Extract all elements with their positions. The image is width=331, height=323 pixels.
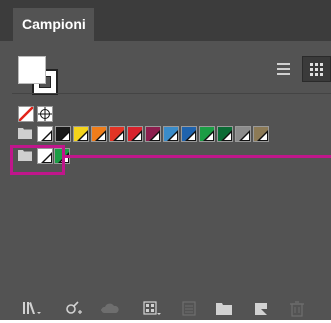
trash-icon — [290, 301, 304, 317]
folder-icon — [18, 128, 32, 139]
swatch-cell[interactable] — [127, 126, 143, 142]
swatch-grid-icon — [143, 301, 161, 315]
swatches-panel: Campioni — [0, 0, 331, 320]
new-color-group-button[interactable] — [213, 298, 235, 318]
place-swatch-button[interactable] — [62, 298, 84, 318]
cloud-icon — [101, 303, 119, 313]
thumbnail-view-button[interactable] — [302, 56, 331, 82]
global-swatch-marker-icon — [239, 130, 250, 141]
library-icon — [23, 302, 41, 314]
global-swatch-marker-icon — [95, 130, 106, 141]
global-swatch-marker-icon — [257, 130, 268, 141]
swatch-options-button[interactable] — [178, 298, 200, 318]
none-swatch[interactable] — [18, 106, 34, 122]
global-swatch-marker-icon — [41, 130, 52, 141]
swatch-cell[interactable] — [235, 126, 251, 142]
global-swatch-marker-icon — [221, 130, 232, 141]
global-swatch-marker-icon — [77, 130, 88, 141]
swatch-cell[interactable] — [199, 126, 215, 142]
fill-stroke-indicator[interactable] — [18, 56, 60, 96]
callout-line — [65, 155, 331, 158]
swatch-cell[interactable] — [73, 126, 89, 142]
registration-icon — [38, 107, 52, 121]
delete-swatch-button[interactable] — [286, 298, 308, 318]
global-swatch-marker-icon — [203, 130, 214, 141]
global-swatch-marker-icon — [59, 130, 70, 141]
swatch-cell[interactable] — [109, 126, 125, 142]
panel-divider — [12, 93, 331, 94]
swatch-cell[interactable] — [145, 126, 161, 142]
new-swatch-button[interactable] — [250, 298, 272, 318]
global-swatch-marker-icon — [185, 130, 196, 141]
global-swatch-marker-icon — [167, 130, 178, 141]
swatch-kind-menu-button[interactable] — [140, 298, 162, 318]
tab-campioni[interactable]: Campioni — [13, 8, 94, 41]
swatch-cell[interactable] — [91, 126, 107, 142]
global-swatch-marker-icon — [131, 130, 142, 141]
registration-swatch[interactable] — [37, 106, 53, 122]
none-swatch-icon — [18, 106, 34, 122]
swatch-libraries-menu-button[interactable] — [20, 298, 42, 318]
bottom-toolbar — [0, 296, 331, 320]
options-icon — [182, 301, 196, 316]
grid-icon — [310, 63, 323, 76]
cloud-library-button[interactable] — [100, 298, 122, 318]
fill-swatch[interactable] — [18, 56, 46, 84]
swatch-cell[interactable] — [217, 126, 233, 142]
global-swatch-marker-icon — [113, 130, 124, 141]
swatch-cell[interactable] — [163, 126, 179, 142]
new-swatch-icon — [255, 303, 267, 315]
folder-icon — [216, 303, 232, 315]
list-icon — [277, 63, 290, 75]
global-swatch-marker-icon — [149, 130, 160, 141]
swatch-cell[interactable] — [253, 126, 269, 142]
panel-tab-bar: Campioni — [0, 0, 331, 41]
swatch-cell[interactable] — [55, 126, 71, 142]
eyedropper-plus-icon — [66, 301, 82, 314]
swatch-cell[interactable] — [181, 126, 197, 142]
selection-highlight — [10, 145, 65, 175]
swatch-cell[interactable] — [37, 126, 53, 142]
list-view-button[interactable] — [270, 56, 296, 82]
